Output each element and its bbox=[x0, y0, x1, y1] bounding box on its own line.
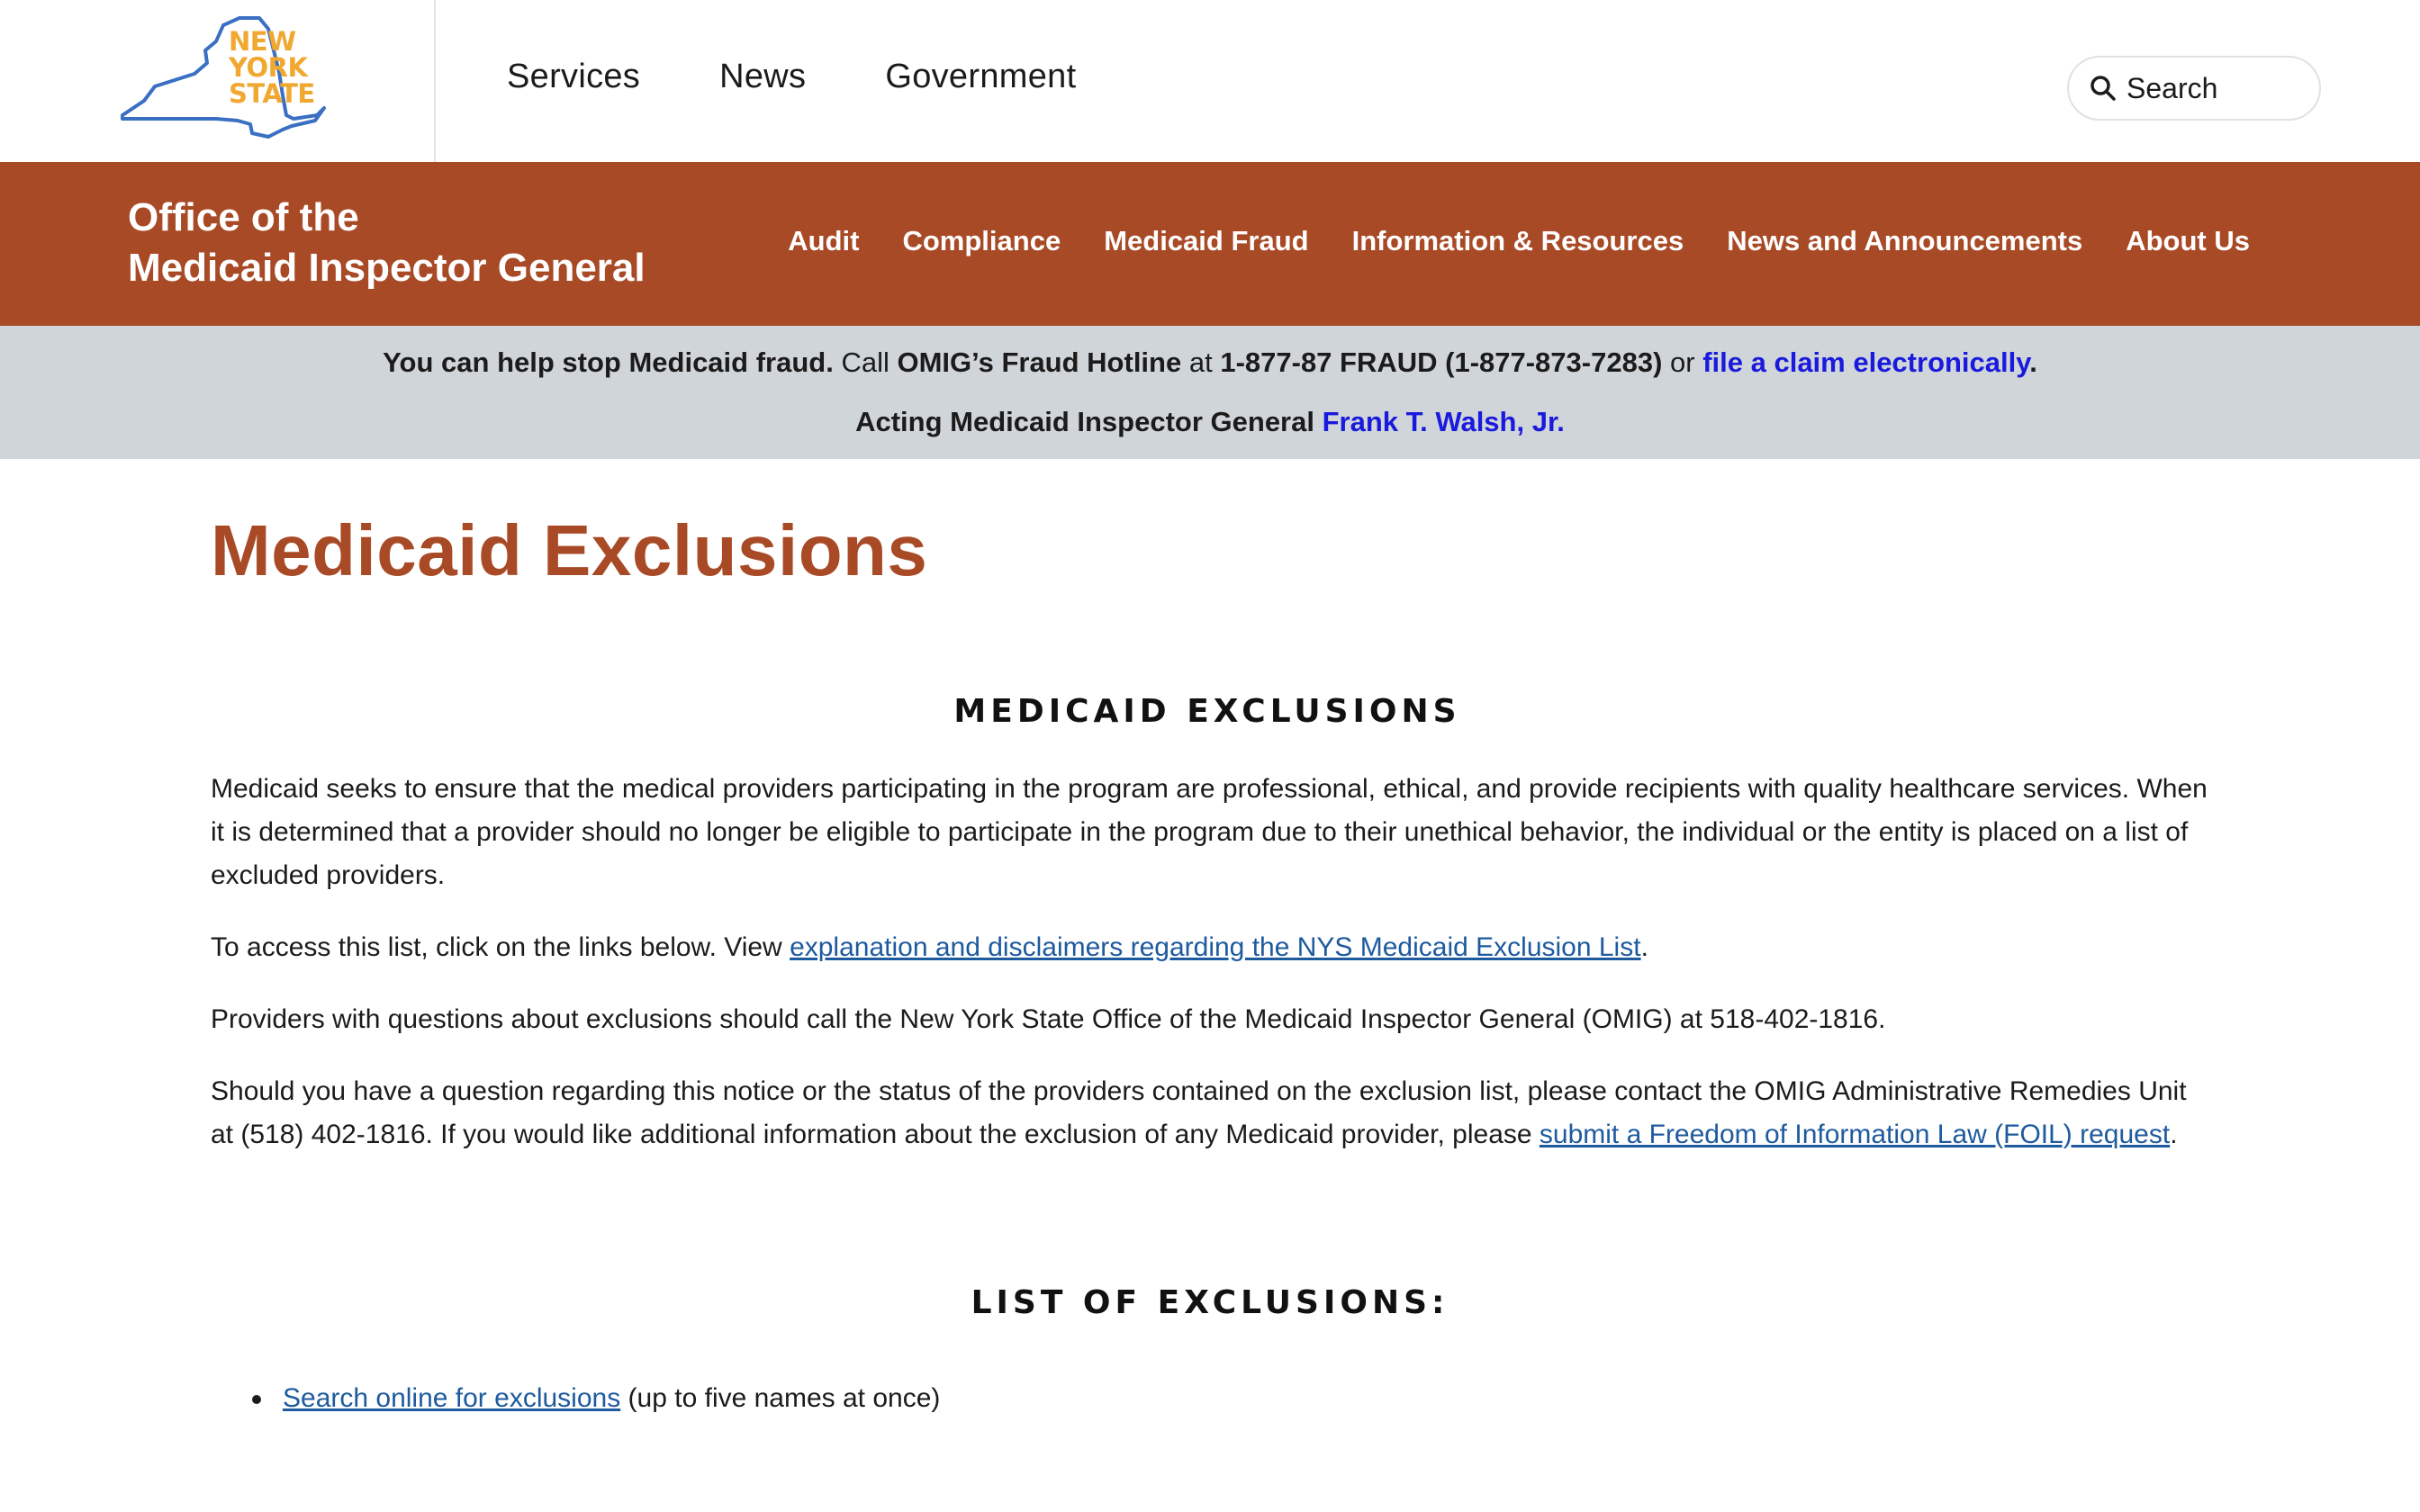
agency-nav-compliance[interactable]: Compliance bbox=[902, 225, 1061, 257]
agency-title-line1: Office of the bbox=[128, 195, 359, 239]
agency-nav: Audit Compliance Medicaid Fraud Informat… bbox=[788, 225, 2250, 257]
foil-paragraph: Should you have a question regarding thi… bbox=[211, 1070, 2209, 1156]
agency-nav-medicaid-fraud[interactable]: Medicaid Fraud bbox=[1104, 225, 1308, 257]
alert-text: Acting Medicaid Inspector General bbox=[855, 406, 1323, 437]
list-item: Search online for exclusions (up to five… bbox=[252, 1377, 2209, 1420]
alert-text: OMIG’s Fraud Hotline bbox=[897, 346, 1182, 378]
inspector-general-link[interactable]: Frank T. Walsh, Jr. bbox=[1323, 406, 1565, 437]
nav-news-link[interactable]: News bbox=[719, 58, 806, 96]
alert-text: or bbox=[1662, 346, 1703, 378]
global-nav: Services News Government bbox=[507, 58, 1076, 96]
inspector-general-notice: Acting Medicaid Inspector General Frank … bbox=[0, 392, 2420, 452]
global-header: NEW YORK STATE Services News Government bbox=[0, 0, 2420, 162]
exclusions-list: Search online for exclusions (up to five… bbox=[252, 1377, 2209, 1420]
paragraph-text: . bbox=[2170, 1120, 2178, 1149]
agency-nav-information-resources[interactable]: Information & Resources bbox=[1352, 225, 1684, 257]
foil-request-link[interactable]: submit a Freedom of Information Law (FOI… bbox=[1540, 1120, 2170, 1149]
paragraph-text: To access this list, click on the links … bbox=[211, 932, 790, 962]
paragraph-text: . bbox=[1640, 932, 1648, 962]
main-content: Medicaid Exclusions MEDICAID EXCLUSIONS … bbox=[211, 459, 2209, 1420]
disclaimers-link[interactable]: explanation and disclaimers regarding th… bbox=[790, 932, 1641, 962]
hotline-number: 1-877-87 FRAUD (1-877-873-7283) bbox=[1220, 346, 1663, 378]
access-paragraph: To access this list, click on the links … bbox=[211, 926, 2209, 969]
alert-text: Call bbox=[833, 346, 898, 378]
fraud-hotline-notice: You can help stop Medicaid fraud. Call O… bbox=[0, 326, 2420, 392]
nav-services-link[interactable]: Services bbox=[507, 58, 640, 96]
list-item-suffix: (up to five names at once) bbox=[620, 1383, 941, 1413]
logo-text-state: STATE bbox=[229, 78, 315, 109]
alert-text: at bbox=[1181, 346, 1221, 378]
search-box[interactable] bbox=[2067, 56, 2321, 121]
alert-text: . bbox=[2029, 346, 2037, 378]
logo-text-york: YORK bbox=[229, 52, 308, 83]
section-heading-list: LIST OF EXCLUSIONS: bbox=[971, 1284, 1449, 1321]
nys-logo[interactable]: NEW YORK STATE bbox=[115, 14, 328, 140]
agency-title[interactable]: Office of the Medicaid Inspector General bbox=[128, 193, 646, 293]
questions-paragraph: Providers with questions about exclusion… bbox=[211, 1004, 1886, 1034]
logo-text-new: NEW bbox=[229, 26, 296, 57]
alert-banner: You can help stop Medicaid fraud. Call O… bbox=[0, 326, 2420, 459]
agency-bar: Office of the Medicaid Inspector General… bbox=[0, 162, 2420, 326]
agency-nav-news-announcements[interactable]: News and Announcements bbox=[1727, 225, 2082, 257]
section-heading-exclusions: MEDICAID EXCLUSIONS bbox=[953, 693, 1461, 730]
search-exclusions-link[interactable]: Search online for exclusions bbox=[283, 1383, 620, 1413]
nav-government-link[interactable]: Government bbox=[885, 58, 1076, 96]
search-icon[interactable] bbox=[2089, 74, 2118, 103]
agency-nav-about-us[interactable]: About Us bbox=[2126, 225, 2250, 257]
search-input[interactable] bbox=[2127, 71, 2289, 105]
agency-title-line2: Medicaid Inspector General bbox=[128, 246, 646, 290]
intro-paragraph: Medicaid seeks to ensure that the medica… bbox=[211, 774, 2208, 890]
header-divider bbox=[434, 0, 436, 162]
bullet-icon bbox=[252, 1395, 261, 1404]
alert-text: You can help stop Medicaid fraud. bbox=[383, 346, 834, 378]
agency-nav-audit[interactable]: Audit bbox=[788, 225, 859, 257]
file-claim-link[interactable]: file a claim electronically bbox=[1702, 346, 2029, 378]
page-title: Medicaid Exclusions bbox=[211, 510, 928, 590]
